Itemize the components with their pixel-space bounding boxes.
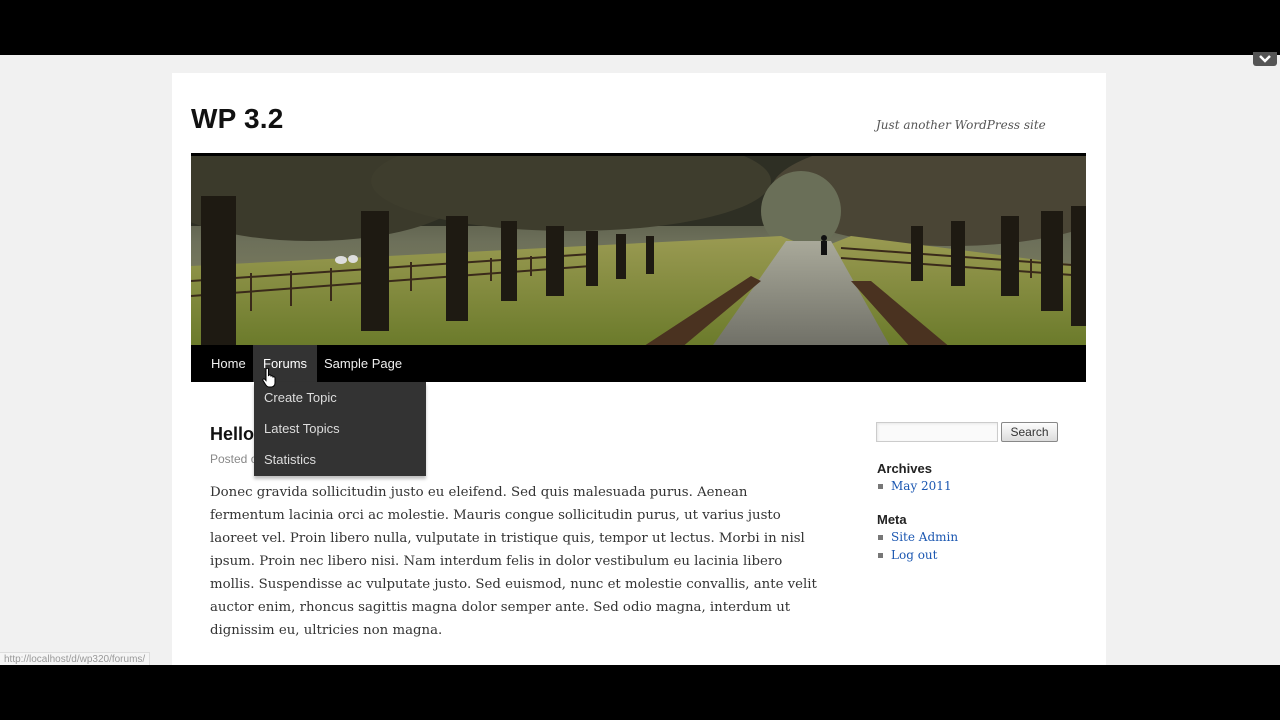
search-button[interactable]: Search — [1001, 422, 1058, 442]
archive-item: May 2011 — [877, 478, 952, 496]
meta-item: Site Admin — [877, 529, 958, 547]
post-meta: Posted o — [210, 452, 258, 466]
meta-widget-title: Meta — [877, 512, 907, 527]
log-out-link[interactable]: Log out — [891, 548, 937, 562]
post-body: Donec gravida sollicitudin justo eu elei… — [210, 485, 817, 638]
menu-item-latest-topics[interactable]: Latest Topics — [254, 413, 426, 444]
nav-item-home[interactable]: Home — [201, 345, 256, 382]
chevron-down-icon-glyph — [1259, 55, 1271, 63]
menu-item-statistics[interactable]: Statistics — [254, 444, 426, 475]
main-navigation: Home Forums Sample Page — [191, 345, 1086, 382]
browser-viewport: WP 3.2 Just another WordPress site Home … — [0, 55, 1280, 665]
nav-item-sample-page[interactable]: Sample Page — [314, 345, 412, 382]
list-bullet — [878, 535, 883, 540]
header-image — [191, 153, 1086, 348]
post-title[interactable]: Hello — [210, 424, 254, 445]
meta-list: Site Admin Log out — [877, 529, 958, 564]
list-bullet — [878, 552, 883, 558]
page-wrapper: WP 3.2 Just another WordPress site Home … — [172, 73, 1106, 665]
site-admin-link[interactable]: Site Admin — [891, 530, 958, 544]
site-description: Just another WordPress site — [876, 118, 1046, 132]
hand-pointer-icon — [262, 368, 276, 388]
archives-widget-title: Archives — [877, 461, 932, 476]
site-title[interactable]: WP 3.2 — [191, 103, 284, 135]
menu-item-create-topic[interactable]: Create Topic — [254, 382, 426, 413]
search-input[interactable] — [876, 422, 998, 442]
archives-list: May 2011 — [877, 478, 952, 496]
list-bullet — [878, 484, 883, 489]
status-bar-url: http://localhost/d/wp320/forums/ — [0, 652, 151, 665]
meta-item: Log out — [877, 547, 958, 565]
archive-link-may-2011[interactable]: May 2011 — [891, 479, 952, 493]
chevron-down-icon[interactable] — [1253, 52, 1277, 66]
forums-dropdown-menu: Create Topic Latest Topics Statistics — [254, 382, 426, 476]
header-image-tree-avenue — [191, 156, 1086, 348]
